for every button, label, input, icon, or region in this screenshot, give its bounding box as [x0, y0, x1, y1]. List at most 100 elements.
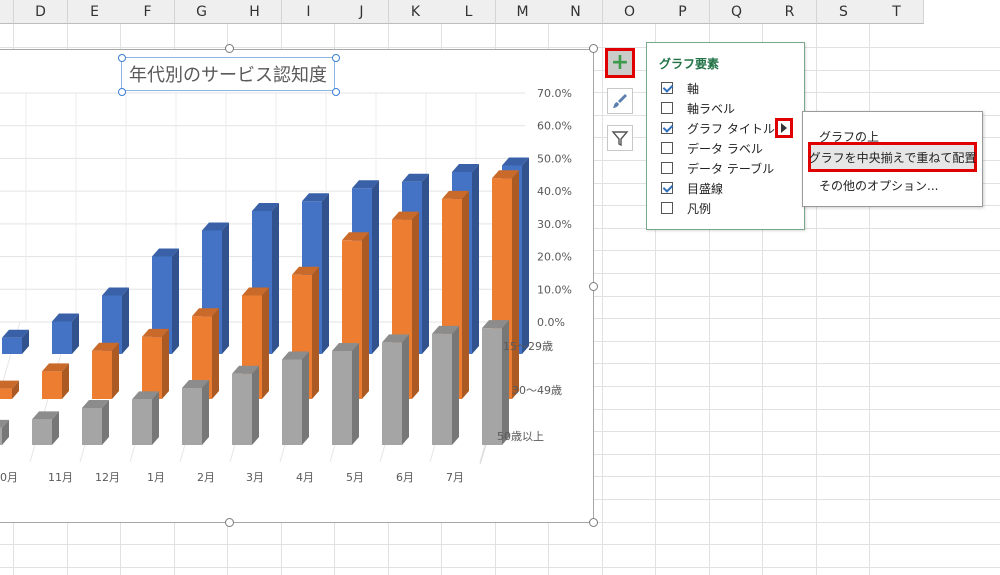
bar-side-1-8 — [412, 211, 419, 399]
chart-elements-button[interactable]: + — [605, 48, 635, 78]
bar-side-2-3 — [152, 391, 159, 445]
y-tick-label: 60.0% — [537, 120, 572, 133]
bar-front-2-7 — [332, 350, 352, 445]
bar-side-1-2 — [112, 342, 119, 399]
bar-side-0-8 — [422, 173, 429, 354]
panel-item-axis-titles[interactable]: 軸ラベル — [661, 99, 735, 117]
bar-side-1-4 — [212, 308, 219, 399]
x-tick-label: 0月 — [0, 471, 18, 484]
column-header-Q[interactable]: Q — [710, 0, 764, 24]
bar-side-1-9 — [462, 190, 469, 399]
bar-side-0-9 — [472, 164, 479, 354]
column-header-L[interactable]: L — [442, 0, 496, 24]
panel-item-axes[interactable]: 軸 — [661, 79, 699, 97]
checkbox[interactable] — [661, 142, 673, 154]
y-tick-label: 50.0% — [537, 152, 572, 165]
y-tick-label: 10.0% — [537, 283, 572, 296]
chart-resize-handle-br[interactable] — [589, 518, 598, 527]
chart-resize-handle-tl[interactable] — [225, 44, 234, 53]
panel-item-gridlines[interactable]: 目盛線 — [661, 179, 723, 197]
column-header-G[interactable]: G — [175, 0, 229, 24]
panel-item-label: データ ラベル — [687, 141, 763, 156]
column-header-P[interactable]: P — [656, 0, 710, 24]
bar-side-1-6 — [312, 266, 319, 399]
bar-side-2-5 — [252, 365, 259, 445]
series-axis-label: 50歳以上 — [497, 430, 544, 443]
bar-front-1-2 — [92, 350, 112, 399]
column-header-R[interactable]: R — [763, 0, 817, 24]
chart-area[interactable]: 0.0% 10.0% 20.0% 30.0% 40.0% 50.0% 60.0% 70.0% 1… — [0, 49, 594, 523]
column-header-D[interactable]: D — [14, 0, 68, 24]
panel-item-data-labels[interactable]: データ ラベル — [661, 139, 763, 157]
bar-front-2-4 — [182, 388, 202, 445]
panel-item-label: 凡例 — [687, 201, 712, 216]
chart-title-options-arrow[interactable] — [775, 118, 793, 138]
bar-front-1-0 — [0, 388, 12, 399]
column-header-O[interactable]: O — [603, 0, 657, 24]
column-header-stub — [0, 0, 14, 24]
x-tick-label: 11月 — [48, 471, 73, 484]
column-header-F[interactable]: F — [121, 0, 175, 24]
bar-side-0-2 — [122, 287, 129, 354]
chart-plot: 0.0% 10.0% 20.0% 30.0% 40.0% 50.0% 60.0% 70.0% 1… — [0, 87, 572, 484]
bar-side-0-7 — [372, 180, 379, 354]
checkbox[interactable] — [661, 202, 673, 214]
bar-side-0-5 — [272, 203, 279, 354]
title-handle-br[interactable] — [332, 88, 340, 96]
y-tick-label: 40.0% — [537, 185, 572, 198]
chart-resize-handle-r[interactable] — [589, 282, 598, 291]
chart-title[interactable]: 年代別のサービス認知度 — [121, 57, 335, 91]
checkbox[interactable] — [661, 82, 673, 94]
panel-item-label: グラフ タイトル — [687, 121, 775, 136]
bar-front-2-0 — [0, 427, 2, 445]
chart-filter-button[interactable] — [607, 125, 633, 151]
panel-item-data-table[interactable]: データ テーブル — [661, 159, 774, 177]
checkbox[interactable] — [661, 122, 673, 134]
submenu-centered-overlay[interactable]: グラフを中央揃えで重ねて配置 — [808, 142, 977, 172]
chart-styles-button[interactable] — [607, 88, 633, 114]
column-header-T[interactable]: T — [870, 0, 924, 24]
bar-side-2-9 — [452, 325, 459, 445]
bar-side-0-3 — [172, 248, 179, 354]
bar-front-2-9 — [432, 333, 452, 445]
bar-front-2-6 — [282, 359, 302, 445]
column-header-M[interactable]: M — [496, 0, 550, 24]
bar-side-2-7 — [352, 342, 359, 445]
title-handle-tr[interactable] — [332, 54, 340, 62]
bar-side-0-6 — [322, 193, 329, 354]
bar-side-2-4 — [202, 380, 209, 445]
panel-item-label: 軸 — [687, 81, 700, 96]
grid-column-line — [869, 24, 870, 575]
x-tick-label: 12月 — [95, 471, 120, 484]
checkbox[interactable] — [661, 182, 673, 194]
bar-front-2-8 — [382, 342, 402, 445]
bar-front-2-2 — [82, 407, 102, 445]
bar-side-1-10 — [512, 170, 519, 399]
panel-item-legend[interactable]: 凡例 — [661, 199, 711, 217]
y-tick-label: 70.0% — [537, 87, 572, 100]
title-handle-bl[interactable] — [118, 88, 126, 96]
bar-front-2-10 — [482, 328, 502, 445]
chart-resize-handle-bl[interactable] — [225, 518, 234, 527]
checkbox[interactable] — [661, 102, 673, 114]
submenu-more-options[interactable]: その他のオプション... — [819, 177, 938, 194]
panel-item-label: 軸ラベル — [687, 101, 736, 116]
column-header-I[interactable]: I — [282, 0, 336, 24]
y-tick-label: 30.0% — [537, 218, 572, 231]
column-header-K[interactable]: K — [389, 0, 443, 24]
panel-item-chart-title[interactable]: グラフ タイトル — [661, 119, 775, 137]
column-header-N[interactable]: N — [549, 0, 603, 24]
bar-front-2-5 — [232, 373, 252, 445]
bar-side-2-10 — [502, 320, 509, 445]
x-tick-label: 5月 — [346, 471, 364, 484]
column-header-H[interactable]: H — [228, 0, 282, 24]
checkbox[interactable] — [661, 162, 673, 174]
y-tick-label: 0.0% — [537, 316, 565, 329]
grid-row-line — [0, 47, 1000, 48]
title-handle-tl[interactable] — [118, 54, 126, 62]
chart-resize-handle-tr[interactable] — [589, 44, 598, 53]
column-header-S[interactable]: S — [817, 0, 871, 24]
column-header-E[interactable]: E — [68, 0, 122, 24]
column-header-J[interactable]: J — [335, 0, 389, 24]
x-tick-label: 1月 — [147, 471, 165, 484]
